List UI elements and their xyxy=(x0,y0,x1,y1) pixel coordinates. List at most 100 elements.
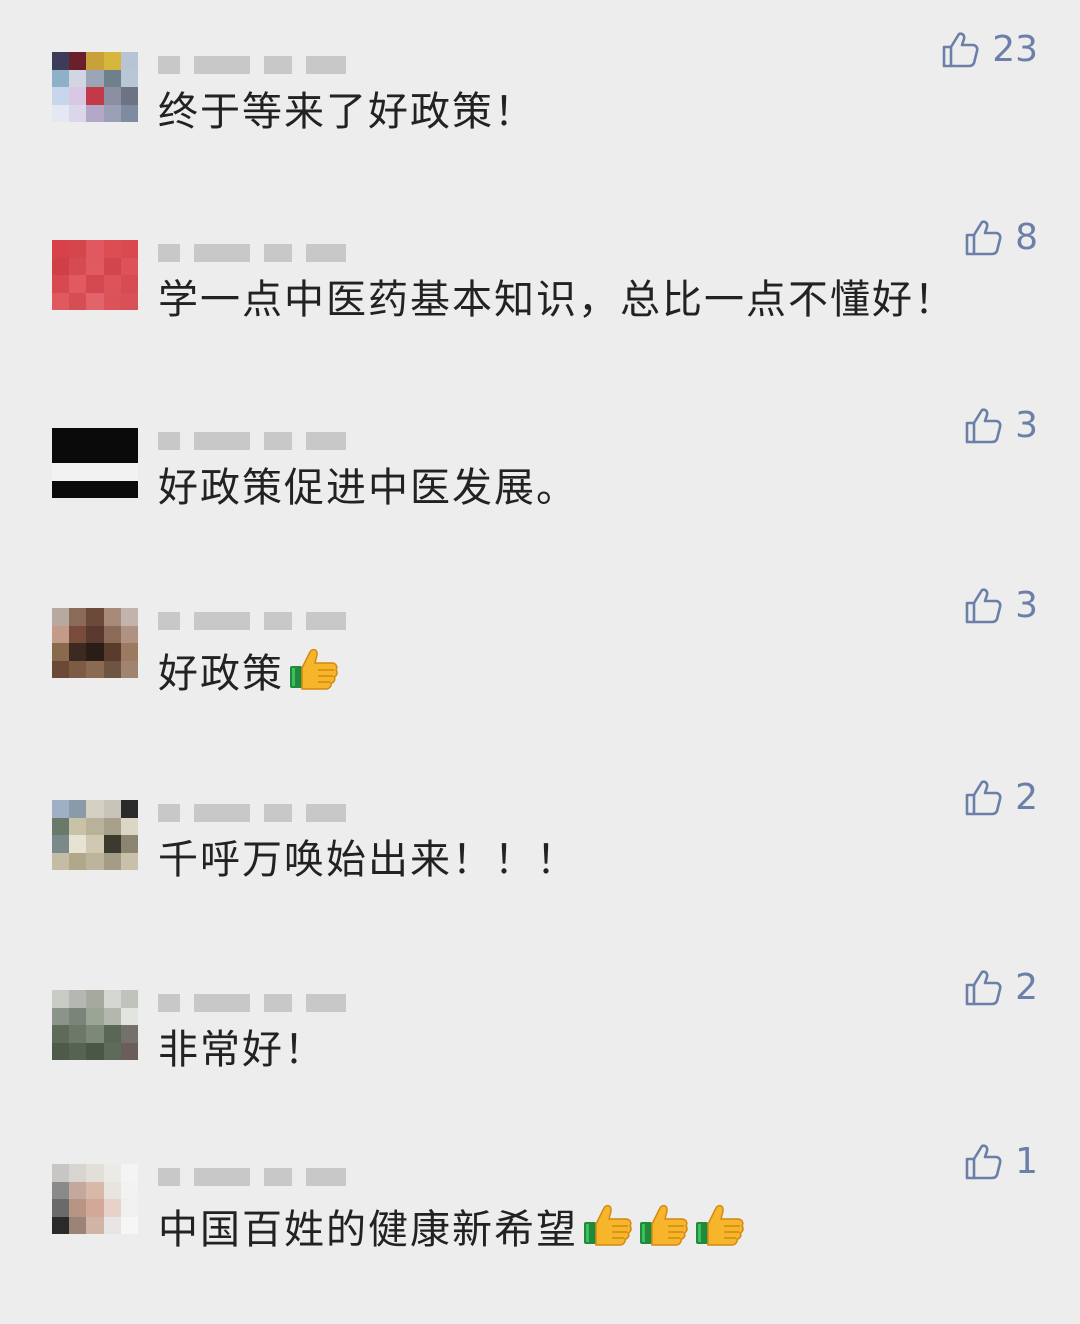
nickname-blurred[interactable] xyxy=(158,990,346,1016)
thumbs-up-emoji-icon xyxy=(640,1204,688,1246)
avatar-pixel xyxy=(86,1181,104,1199)
nickname-blur-block xyxy=(194,612,250,630)
emoji-group xyxy=(578,1200,746,1259)
nickname-blur-block xyxy=(158,804,180,822)
avatar-pixel xyxy=(86,240,104,258)
comment-text-content: 非常好！ xyxy=(158,1027,326,1073)
avatar-pixel xyxy=(103,52,121,70)
avatar[interactable] xyxy=(52,1164,138,1234)
nickname-blurred[interactable] xyxy=(158,428,346,454)
nickname-blur-block xyxy=(306,244,346,262)
avatar-pixel xyxy=(52,1042,70,1060)
avatar-pixel xyxy=(69,625,87,643)
comment-text: 好政策 xyxy=(158,644,340,703)
thumbs-up-outline-icon[interactable] xyxy=(963,778,1003,818)
avatar-pixel xyxy=(86,69,104,87)
avatar[interactable] xyxy=(52,800,138,870)
avatar-pixel xyxy=(86,428,104,446)
avatar-pixel xyxy=(120,1025,138,1043)
avatar-pixel xyxy=(120,608,138,626)
comment-item: 学一点中医药基本知识，总比一点不懂好！ 8 xyxy=(0,218,1080,400)
like-button[interactable]: 8 xyxy=(963,218,1038,258)
avatar-pixel xyxy=(120,852,138,870)
nickname-blur-block xyxy=(264,994,292,1012)
avatar-pixel xyxy=(86,1042,104,1060)
nickname-blurred[interactable] xyxy=(158,1164,346,1190)
avatar-pixel xyxy=(103,1199,121,1217)
avatar-pixel xyxy=(103,445,121,463)
avatar[interactable] xyxy=(52,52,138,122)
avatar-pixel xyxy=(52,1199,70,1217)
nickname-blurred[interactable] xyxy=(158,608,346,634)
avatar-pixel xyxy=(69,835,87,853)
avatar-pixel xyxy=(103,1025,121,1043)
like-count: 23 xyxy=(992,29,1038,70)
avatar-pixel xyxy=(52,800,70,818)
avatar-pixel xyxy=(103,463,121,481)
comment-item: 终于等来了好政策！ 23 xyxy=(0,30,1080,212)
avatar-pixel xyxy=(52,1007,70,1025)
avatar-pixel xyxy=(86,835,104,853)
avatar-pixel xyxy=(69,1007,87,1025)
thumbs-up-outline-icon[interactable] xyxy=(940,30,980,70)
avatar-pixel xyxy=(52,1216,70,1234)
like-button[interactable]: 2 xyxy=(963,778,1038,818)
comment-text-content: 学一点中医药基本知识，总比一点不懂好！ xyxy=(158,277,956,323)
avatar-pixel xyxy=(86,292,104,310)
nickname-blur-block xyxy=(306,612,346,630)
avatar-pixel xyxy=(52,990,70,1008)
avatar-pixel xyxy=(103,1164,121,1182)
thumbs-up-outline-icon[interactable] xyxy=(963,586,1003,626)
thumbs-up-emoji-icon xyxy=(290,648,338,690)
thumbs-up-outline-icon[interactable] xyxy=(963,406,1003,446)
avatar[interactable] xyxy=(52,428,138,498)
avatar[interactable] xyxy=(52,240,138,310)
nickname-blur-block xyxy=(306,994,346,1012)
avatar-pixel xyxy=(86,643,104,661)
thumbs-up-outline-icon[interactable] xyxy=(963,218,1003,258)
nickname-blurred[interactable] xyxy=(158,240,346,266)
nickname-blur-block xyxy=(306,1168,346,1186)
avatar-pixel xyxy=(120,240,138,258)
comment-text: 终于等来了好政策！ xyxy=(158,88,536,136)
like-button[interactable]: 3 xyxy=(963,406,1038,446)
like-button[interactable]: 3 xyxy=(963,586,1038,626)
avatar-pixel xyxy=(120,1181,138,1199)
avatar-pixel xyxy=(69,800,87,818)
avatar-pixel xyxy=(120,800,138,818)
avatar-pixel xyxy=(69,257,87,275)
nickname-blur-block xyxy=(194,994,250,1012)
avatar-pixel xyxy=(69,275,87,293)
avatar-pixel xyxy=(69,1181,87,1199)
avatar-pixel xyxy=(69,463,87,481)
avatar-pixel xyxy=(86,817,104,835)
like-count: 3 xyxy=(1015,405,1038,446)
avatar-pixel xyxy=(52,275,70,293)
like-button[interactable]: 1 xyxy=(963,1142,1038,1182)
avatar-pixel xyxy=(69,608,87,626)
nickname-blurred[interactable] xyxy=(158,800,346,826)
nickname-blur-block xyxy=(158,612,180,630)
thumbs-up-outline-icon[interactable] xyxy=(963,1142,1003,1182)
nickname-blur-block xyxy=(194,244,250,262)
nickname-blur-block xyxy=(306,432,346,450)
avatar[interactable] xyxy=(52,990,138,1060)
avatar[interactable] xyxy=(52,608,138,678)
like-button[interactable]: 23 xyxy=(940,30,1038,70)
nickname-blur-block xyxy=(264,244,292,262)
avatar-pixel xyxy=(120,817,138,835)
nickname-blur-block xyxy=(264,432,292,450)
emoji-group xyxy=(284,644,340,703)
avatar-pixel xyxy=(69,445,87,463)
avatar-pixel xyxy=(120,87,138,105)
avatar-pixel xyxy=(103,852,121,870)
nickname-blur-block xyxy=(264,1168,292,1186)
avatar-pixel xyxy=(69,643,87,661)
nickname-blurred[interactable] xyxy=(158,52,346,78)
like-button[interactable]: 2 xyxy=(963,968,1038,1008)
avatar-pixel xyxy=(52,1164,70,1182)
comment-text: 千呼万唤始出来！！！ xyxy=(158,836,578,884)
thumbs-up-outline-icon[interactable] xyxy=(963,968,1003,1008)
nickname-blur-block xyxy=(194,1168,250,1186)
avatar-pixel xyxy=(69,480,87,498)
